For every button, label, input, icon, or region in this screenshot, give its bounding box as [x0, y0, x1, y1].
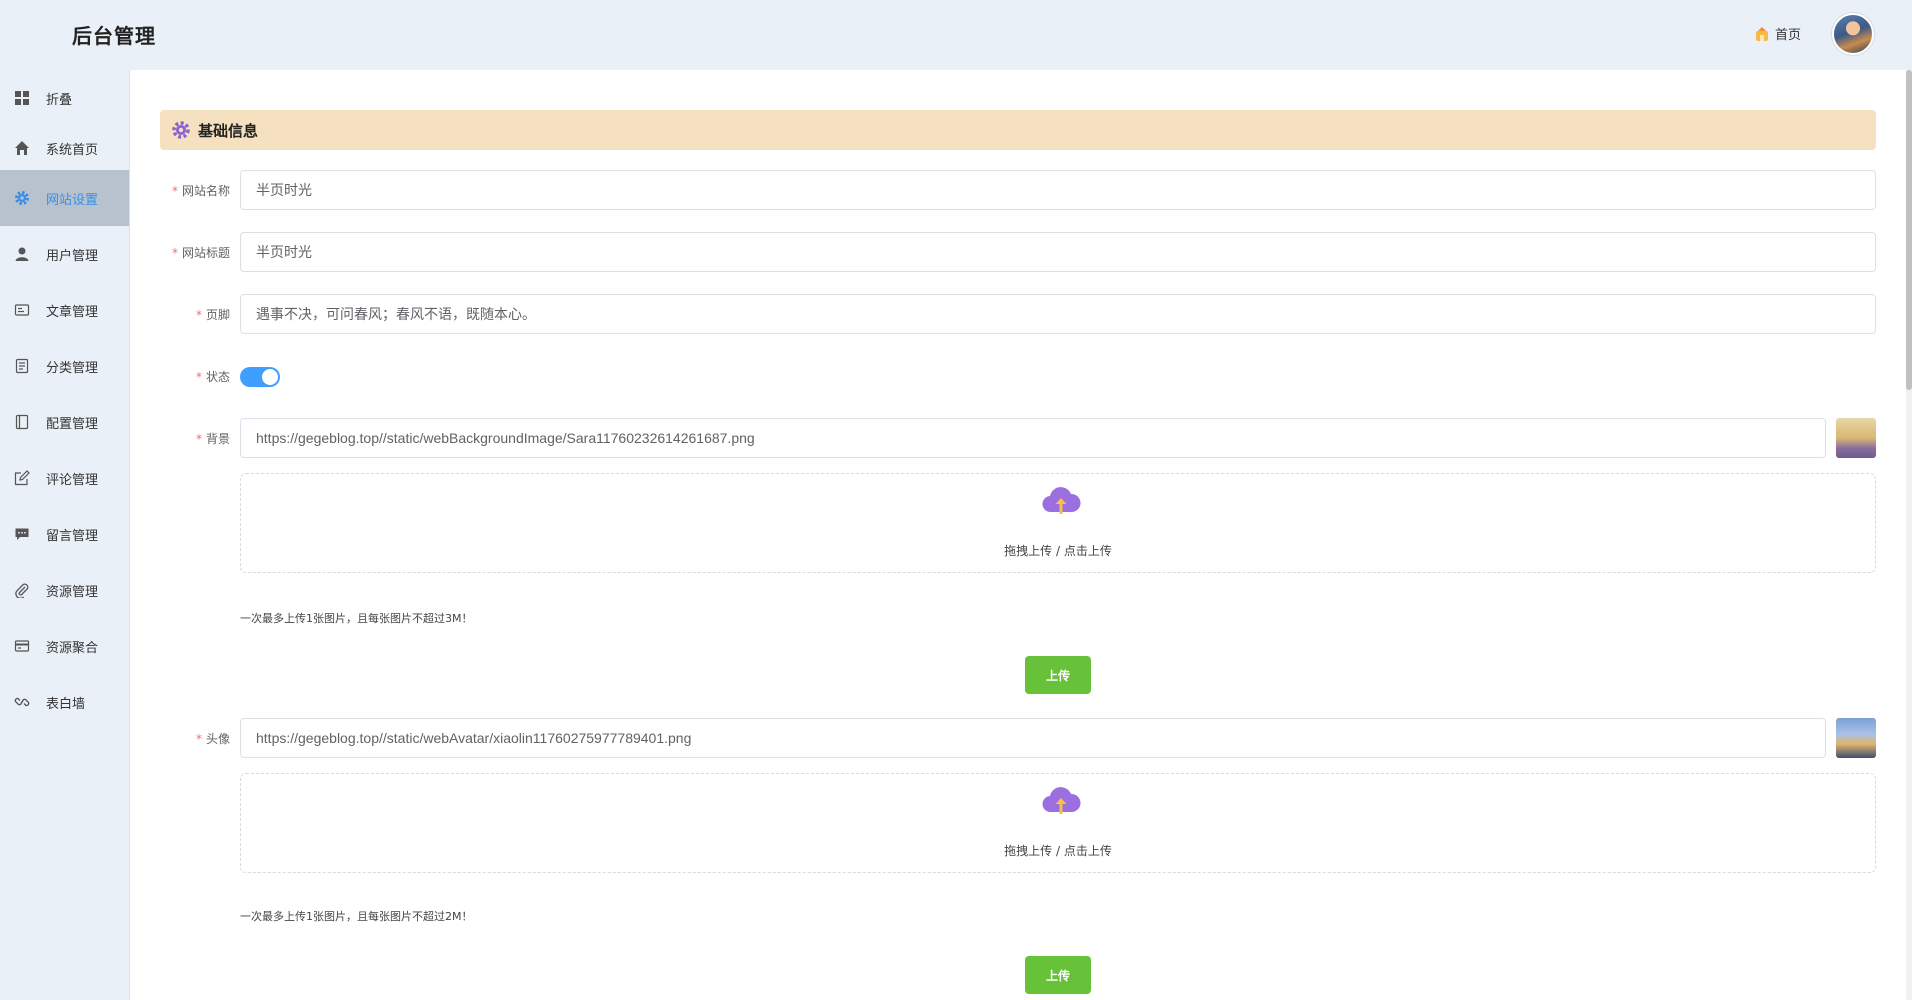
- sidebar-item-label: 折叠: [46, 92, 73, 108]
- sidebar-item-label: 系统首页: [46, 142, 99, 158]
- upload-instruction: 拖拽上传 / 点击上传: [1004, 544, 1112, 558]
- sidebar-item-label: 资源管理: [46, 584, 99, 600]
- sidebar-item-label: 评论管理: [46, 472, 99, 488]
- status-toggle[interactable]: [240, 367, 280, 387]
- edit-icon: [14, 470, 30, 486]
- notebook-icon: [15, 414, 29, 430]
- background-label: * 背景: [195, 432, 230, 446]
- top-bar: 后台管理 首页: [0, 0, 1912, 70]
- upload-instruction: 拖拽上传 / 点击上传: [1004, 844, 1112, 858]
- sidebar-item-label: 配置管理: [46, 416, 99, 432]
- document-icon: [15, 358, 29, 374]
- sidebar: 折叠 系统首页 网站设置 用户管理 文章管理 分类管理 配置管理 评论管理 留言…: [0, 70, 130, 1000]
- avatar-upload-button[interactable]: 上传: [1025, 956, 1091, 994]
- sidebar-item-comments[interactable]: 评论管理: [0, 450, 129, 506]
- home-link[interactable]: 首页: [1755, 24, 1801, 43]
- avatar-upload-hint: 一次最多上传1张图片，且每张图片不超过2M！: [240, 910, 473, 923]
- sidebar-item-messages[interactable]: 留言管理: [0, 506, 129, 562]
- cloud-upload-icon: [1042, 787, 1081, 814]
- status-label: * 状态: [195, 370, 230, 384]
- grid-icon: [15, 91, 29, 105]
- scrollbar-thumb[interactable]: [1906, 70, 1912, 390]
- sidebar-item-label: 用户管理: [46, 248, 99, 264]
- sidebar-item-label: 留言管理: [46, 528, 99, 544]
- avatar-preview-image[interactable]: [1836, 718, 1876, 758]
- footer-label: * 页脚: [195, 308, 230, 322]
- app-title: 后台管理: [72, 24, 156, 48]
- background-url-input[interactable]: [240, 418, 1826, 458]
- avatar-label: * 头像: [195, 732, 230, 746]
- site-name-label: * 网站名称: [171, 184, 230, 198]
- avatar-upload-dropzone[interactable]: 拖拽上传 / 点击上传: [240, 773, 1876, 873]
- settings-gear-icon: [172, 121, 190, 139]
- sidebar-item-label: 资源聚合: [46, 640, 99, 656]
- sidebar-item-resources[interactable]: 资源管理: [0, 562, 129, 618]
- sidebar-item-resource-aggregation[interactable]: 资源聚合: [0, 618, 129, 674]
- cloud-upload-icon: [1042, 487, 1081, 514]
- background-upload-button[interactable]: 上传: [1025, 656, 1091, 694]
- background-preview-image[interactable]: [1836, 418, 1876, 458]
- user-avatar[interactable]: [1832, 13, 1874, 55]
- sidebar-item-love-wall[interactable]: 表白墙: [0, 674, 129, 730]
- sidebar-item-label: 网站设置: [46, 192, 99, 208]
- sidebar-item-label: 表白墙: [46, 696, 86, 712]
- site-title-label: * 网站标题: [171, 246, 230, 260]
- home-link-label: 首页: [1775, 28, 1802, 43]
- background-upload-dropzone[interactable]: 拖拽上传 / 点击上传: [240, 473, 1876, 573]
- main-content: 基础信息 *网站名称 *网站标题 *页脚 *状态 *背景 拖拽上传 / 点击上传…: [130, 70, 1906, 1000]
- gear-icon: [15, 191, 29, 205]
- card-icon: [14, 640, 30, 652]
- sidebar-item-label: 文章管理: [46, 304, 99, 320]
- sidebar-item-categories[interactable]: 分类管理: [0, 338, 129, 394]
- footer-input[interactable]: [240, 294, 1876, 334]
- toggle-knob: [262, 369, 278, 385]
- background-upload-hint: 一次最多上传1张图片，且每张图片不超过3M！: [240, 612, 473, 625]
- sidebar-item-collapse[interactable]: 折叠: [0, 70, 129, 126]
- main-scrollbar[interactable]: [1906, 70, 1912, 1000]
- home-icon: [15, 141, 29, 155]
- sidebar-item-articles[interactable]: 文章管理: [0, 282, 129, 338]
- paperclip-icon: [15, 583, 29, 598]
- avatar-url-input[interactable]: [240, 718, 1826, 758]
- sidebar-item-home[interactable]: 系统首页: [0, 120, 129, 176]
- sidebar-item-users[interactable]: 用户管理: [0, 226, 129, 282]
- site-title-input[interactable]: [240, 232, 1876, 272]
- chat-icon: [15, 528, 29, 540]
- home-badge-icon: [1756, 26, 1768, 41]
- user-icon: [15, 247, 29, 261]
- article-icon: [14, 304, 30, 316]
- section-header: 基础信息: [160, 110, 1876, 150]
- link-icon: [14, 697, 30, 707]
- sidebar-item-label: 分类管理: [46, 360, 99, 376]
- section-title: 基础信息: [198, 121, 259, 140]
- sidebar-item-config[interactable]: 配置管理: [0, 394, 129, 450]
- site-name-input[interactable]: [240, 170, 1876, 210]
- sidebar-item-site-settings[interactable]: 网站设置: [0, 170, 129, 226]
